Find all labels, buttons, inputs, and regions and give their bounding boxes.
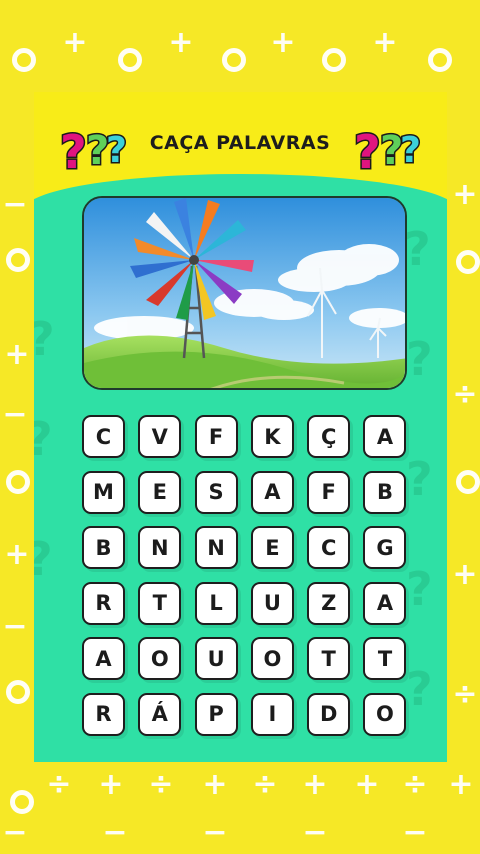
minus-symbol: − — [302, 815, 328, 850]
plus-symbol: + — [452, 557, 478, 592]
svg-text:?: ? — [400, 130, 421, 171]
letter-tile[interactable]: U — [194, 637, 238, 680]
letter-tile[interactable]: A — [82, 637, 125, 680]
plus-symbol: + — [168, 25, 194, 60]
letter-tile[interactable]: R — [82, 692, 125, 736]
question-marks-right-icon: ? ? ? — [354, 124, 422, 176]
letter-tile[interactable]: Á — [138, 692, 182, 736]
plus-symbol: + — [98, 767, 124, 802]
decorative-question-icon: ? — [406, 332, 433, 386]
plus-symbol: + — [4, 337, 30, 372]
plus-symbol: + — [270, 25, 296, 60]
letter-tile[interactable]: C — [307, 526, 351, 569]
minus-symbol: − — [2, 187, 28, 222]
letter-tile[interactable]: M — [82, 470, 125, 514]
letter-tile[interactable]: I — [250, 692, 294, 736]
letter-tile[interactable]: R — [82, 581, 125, 625]
decorative-question-icon: ? — [404, 222, 431, 276]
letter-tile[interactable]: U — [250, 581, 294, 625]
plus-symbol: + — [62, 25, 88, 60]
circle-symbol — [6, 248, 30, 272]
circle-symbol — [322, 48, 346, 72]
letter-grid: CVFKÇAMESAFBBNNECGRTLUZAAOUOTTRÁPIDO — [82, 415, 407, 736]
clue-image — [82, 196, 407, 390]
letter-tile[interactable]: A — [363, 581, 407, 625]
letter-tile[interactable]: G — [363, 526, 407, 569]
letter-tile[interactable]: Ç — [307, 415, 351, 458]
circle-symbol — [222, 48, 246, 72]
circle-symbol — [12, 48, 36, 72]
plus-symbol: + — [452, 177, 478, 212]
letter-tile[interactable]: B — [82, 526, 125, 569]
circle-symbol — [118, 48, 142, 72]
letter-tile[interactable]: F — [194, 415, 238, 458]
letter-tile[interactable]: P — [194, 692, 238, 736]
letter-tile[interactable]: T — [363, 637, 407, 680]
letter-tile[interactable]: C — [82, 415, 125, 458]
letter-tile[interactable]: S — [194, 470, 238, 514]
letter-tile[interactable]: O — [138, 637, 182, 680]
svg-text:?: ? — [354, 125, 381, 176]
letter-tile[interactable]: A — [363, 415, 407, 458]
circle-symbol — [6, 680, 30, 704]
plus-symbol: + — [4, 537, 30, 572]
letter-tile[interactable]: D — [307, 692, 351, 736]
decorative-question-icon: ? — [406, 452, 433, 506]
divide-symbol: ÷ — [46, 767, 72, 802]
letter-tile[interactable]: E — [138, 470, 182, 514]
letter-tile[interactable]: T — [307, 637, 351, 680]
minus-symbol: − — [402, 815, 428, 850]
letter-tile[interactable]: A — [250, 470, 294, 514]
minus-symbol: − — [2, 815, 28, 850]
letter-tile[interactable]: B — [363, 470, 407, 514]
plus-symbol: + — [354, 767, 380, 802]
letter-tile[interactable]: Z — [307, 581, 351, 625]
circle-symbol — [428, 48, 452, 72]
divide-symbol: ÷ — [148, 767, 174, 802]
letter-tile[interactable]: N — [194, 526, 238, 569]
circle-symbol — [456, 250, 480, 274]
letter-tile[interactable]: V — [138, 415, 182, 458]
minus-symbol: − — [2, 609, 28, 644]
letter-tile[interactable]: F — [307, 470, 351, 514]
letter-tile[interactable]: K — [250, 415, 294, 458]
letter-tile[interactable]: E — [250, 526, 294, 569]
decorative-question-icon: ? — [34, 312, 55, 366]
letter-tile[interactable]: N — [138, 526, 182, 569]
letter-tile[interactable]: O — [250, 637, 294, 680]
divide-symbol: ÷ — [252, 767, 278, 802]
decorative-question-icon: ? — [406, 662, 433, 716]
circle-symbol — [10, 790, 34, 814]
minus-symbol: − — [102, 815, 128, 850]
plus-symbol: + — [202, 767, 228, 802]
divide-symbol: ÷ — [452, 377, 478, 412]
minus-symbol: − — [2, 397, 28, 432]
divide-symbol: ÷ — [452, 677, 478, 712]
letter-tile[interactable]: L — [194, 581, 238, 625]
letter-tile[interactable]: T — [138, 581, 182, 625]
plus-symbol: + — [448, 767, 474, 802]
decorative-question-icon: ? — [406, 562, 433, 616]
minus-symbol: − — [202, 815, 228, 850]
decorative-question-icon: ? — [34, 532, 53, 586]
divide-symbol: ÷ — [402, 767, 428, 802]
decorative-question-icon: ? — [34, 412, 53, 466]
plus-symbol: + — [372, 25, 398, 60]
circle-symbol — [6, 470, 30, 494]
windmill-landscape-image — [84, 198, 405, 388]
circle-symbol — [456, 470, 480, 494]
letter-tile[interactable]: O — [363, 692, 407, 736]
plus-symbol: + — [302, 767, 328, 802]
